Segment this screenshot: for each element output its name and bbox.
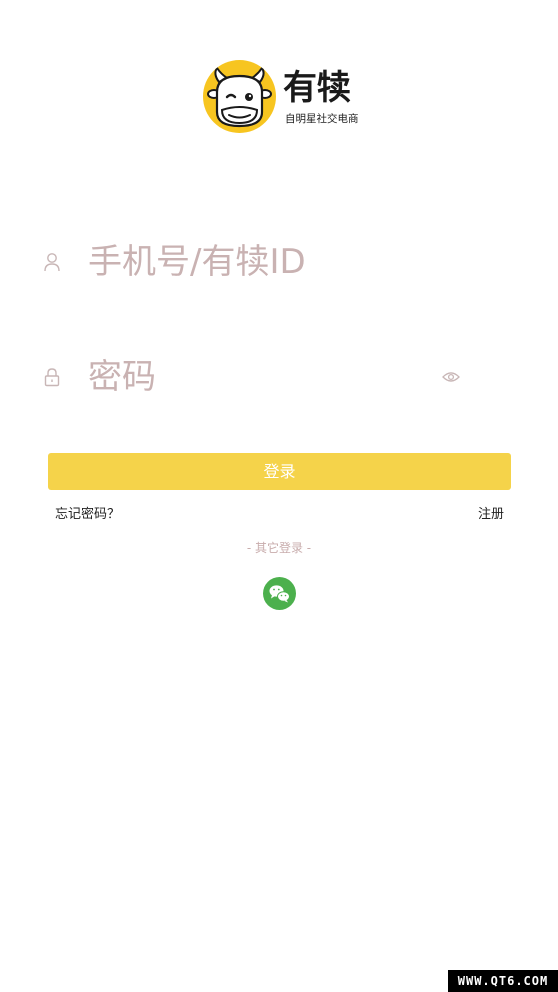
lock-icon — [43, 367, 61, 387]
password-input[interactable] — [88, 347, 438, 407]
brand-name: 有犊 — [283, 68, 351, 108]
app-logo: 有犊 自明星社交电商 — [203, 60, 359, 138]
site-watermark: WWW.QT6.COM — [448, 970, 558, 992]
wechat-icon — [269, 585, 290, 603]
wechat-login-button[interactable] — [263, 577, 296, 610]
username-field — [40, 232, 518, 292]
register-link[interactable]: 注册 — [478, 506, 504, 524]
cow-mascot-icon — [203, 60, 276, 133]
brand-slogan: 自明星社交电商 — [285, 113, 359, 125]
login-button[interactable]: 登录 — [48, 453, 511, 490]
other-login-label: - 其它登录 - — [246, 541, 312, 555]
username-input[interactable] — [88, 232, 438, 292]
forgot-password-link[interactable]: 忘记密码？ — [55, 506, 120, 524]
user-icon — [43, 252, 61, 272]
eye-icon[interactable] — [442, 369, 460, 383]
password-field — [40, 347, 518, 407]
